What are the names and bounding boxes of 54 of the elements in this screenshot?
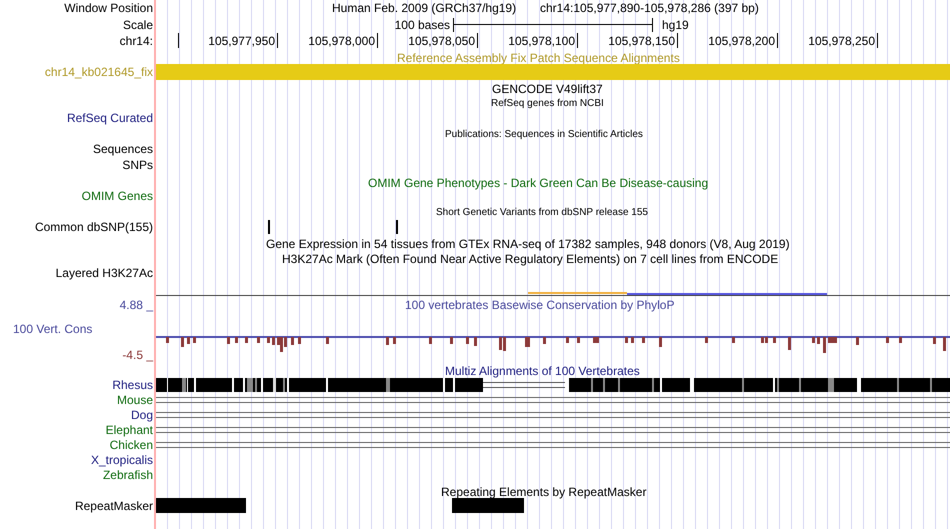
- ruler-tick: [178, 33, 179, 48]
- track-label: Layered H3K27Ac: [56, 266, 153, 280]
- track-label: Sequences: [92, 142, 153, 156]
- track-label: RepeatMasker: [74, 499, 153, 513]
- repeat-element: [452, 498, 524, 513]
- track-label: X_tropicalis: [90, 453, 153, 467]
- ruler-label: 105,978,250: [808, 34, 875, 48]
- axis-label: -4.5 _: [122, 348, 153, 362]
- track-label: Window Position: [64, 1, 153, 15]
- track-title: Short Genetic Variants from dbSNP release 155: [436, 206, 648, 220]
- track-label: Chicken: [110, 438, 153, 452]
- ruler-label: 105,978,000: [308, 34, 375, 48]
- track-label: Scale: [122, 18, 153, 32]
- track-title: Reference Assembly Fix Patch Sequence Alignments: [397, 51, 680, 65]
- ruler-tick: [277, 33, 278, 48]
- ruler-label: 105,978,100: [508, 34, 575, 48]
- track-title: Gene Expression in 54 tissues from GTEx RNA-seq of 17382 samples, 948 donors (V8, Aug 2019): [266, 237, 790, 251]
- track-label: 100 Vert. Cons: [13, 322, 92, 336]
- ruler-tick: [577, 33, 578, 48]
- ruler-tick: [777, 33, 778, 48]
- ruler-tick: [877, 33, 878, 48]
- track-subtitle: RefSeq genes from NCBI: [491, 97, 604, 111]
- scale-text: 100 bases: [394, 18, 450, 32]
- track-title: Repeating Elements by RepeatMasker: [441, 485, 646, 499]
- track-title: H3K27Ac Mark (Often Found Near Active Regulatory Elements) on 7 cell lines from ENCODE: [282, 252, 778, 266]
- track-label: OMIM Genes: [82, 189, 153, 203]
- track-title: Multiz Alignments of 100 Vertebrates: [445, 364, 640, 378]
- ruler-label: 105,978,150: [608, 34, 675, 48]
- ruler-label: 105,978,050: [408, 34, 475, 48]
- ruler-label: 105,977,950: [208, 34, 275, 48]
- track-label: Dog: [130, 408, 153, 422]
- snp-mark: [268, 220, 270, 234]
- track-label: Zebrafish: [102, 468, 153, 482]
- assembly-text: Human Feb. 2009 (GRCh37/hg19): [332, 1, 516, 15]
- track-label: Elephant: [106, 423, 153, 437]
- ruler-tick: [477, 33, 478, 48]
- track-title: GENCODE V49lift37: [492, 82, 603, 96]
- axis-label: 4.88 _: [120, 298, 153, 312]
- track-title: Publications: Sequences in Scientific Articles: [445, 128, 643, 142]
- track-label: RefSeq Curated: [66, 111, 153, 125]
- position-text: chr14:105,977,890-105,978,286 (397 bp): [540, 1, 759, 15]
- assembly-text: hg19: [662, 18, 689, 32]
- ruler-tick: [377, 33, 378, 48]
- track-title: OMIM Gene Phenotypes - Dark Green Can Be Disease-causing: [368, 176, 708, 190]
- track-label: chr14:: [120, 34, 153, 48]
- track-label: Common dbSNP(155): [34, 220, 153, 234]
- snp-mark: [396, 220, 398, 234]
- ruler-label: 105,978,200: [708, 34, 775, 48]
- track-label: SNPs: [122, 158, 153, 172]
- track-title: 100 vertebrates Basewise Conservation by PhyloP: [405, 298, 674, 312]
- track-label: Mouse: [116, 393, 153, 407]
- track-label: chr14_kb021645_fix: [44, 65, 153, 79]
- track-label: Rhesus: [112, 378, 153, 392]
- ruler-tick: [677, 33, 678, 48]
